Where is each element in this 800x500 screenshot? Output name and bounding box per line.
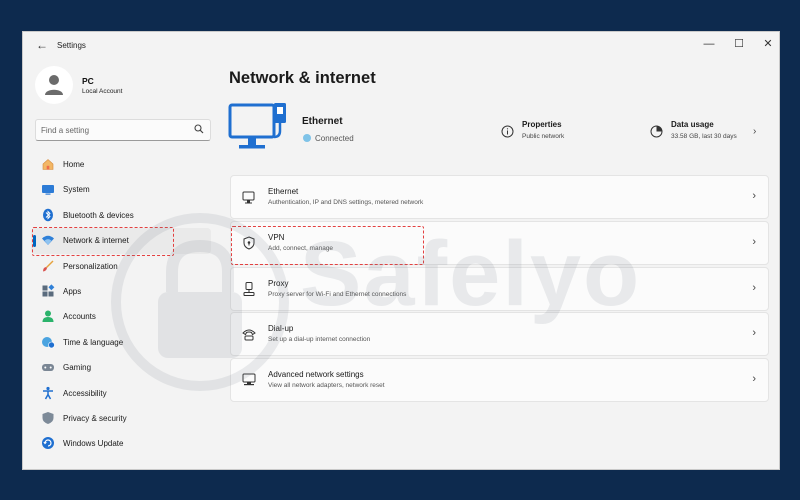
- search-icon[interactable]: [194, 124, 204, 134]
- card-advanced-network[interactable]: Advanced network settings View all netwo…: [230, 358, 769, 402]
- accessibility-icon: [43, 386, 53, 399]
- sidebar-item-label: System: [63, 185, 90, 195]
- profile-name: PC: [82, 76, 94, 86]
- data-usage-icon[interactable]: [650, 125, 663, 138]
- maximize-button[interactable]: ☐: [725, 35, 753, 53]
- minimize-button[interactable]: —: [695, 35, 723, 53]
- sidebar-item-label: Windows Update: [63, 439, 124, 449]
- sidebar-item-system[interactable]: System: [31, 177, 211, 202]
- sidebar-item-bluetooth[interactable]: Bluetooth & devices: [31, 203, 211, 228]
- card-proxy[interactable]: Proxy Proxy server for Wi-Fi and Etherne…: [230, 267, 769, 311]
- wifi-icon: [42, 235, 54, 246]
- ethernet-name: Ethernet: [302, 116, 343, 127]
- shield-icon: [42, 411, 54, 424]
- sidebar-item-home[interactable]: Home: [31, 152, 211, 177]
- info-icon[interactable]: [501, 125, 514, 138]
- brush-icon: [43, 260, 54, 272]
- card-title: VPN: [268, 233, 285, 242]
- home-icon: [42, 159, 54, 170]
- chevron-right-icon[interactable]: ›: [753, 126, 756, 137]
- sidebar-item-label: Gaming: [63, 363, 92, 373]
- data-usage-subtitle: 33.58 GB, last 30 days: [671, 133, 737, 140]
- update-icon: [42, 437, 54, 450]
- apps-icon: [42, 284, 55, 297]
- sidebar-item-apps[interactable]: Apps: [31, 279, 211, 304]
- sidebar-nav: Home System Bluetooth & devices Network …: [31, 152, 211, 457]
- system-icon: [42, 185, 54, 196]
- sidebar-item-label: Home: [63, 160, 85, 169]
- profile-account-type: Local Account: [82, 88, 123, 95]
- sidebar-item-windows-update[interactable]: Windows Update: [31, 431, 211, 456]
- app-title: Settings: [57, 41, 86, 50]
- card-title: Dial-up: [268, 324, 294, 333]
- vpn-shield-icon: [243, 236, 255, 250]
- search-input[interactable]: [41, 123, 186, 137]
- gamepad-icon: [42, 364, 54, 372]
- settings-window: ← Settings — ☐ ✕ PC Local Account Home: [22, 31, 780, 470]
- data-usage-link[interactable]: Data usage: [671, 120, 714, 129]
- card-title: Ethernet: [268, 187, 299, 196]
- card-ethernet[interactable]: Ethernet Authentication, IP and DNS sett…: [230, 175, 769, 219]
- card-title: Proxy: [268, 279, 289, 288]
- user-silhouette-icon: [45, 75, 63, 95]
- chevron-right-icon: ›: [752, 236, 756, 248]
- page-title: Network & internet: [229, 69, 376, 87]
- sidebar-item-label: Personalization: [63, 261, 118, 271]
- card-subtitle: Authentication, IP and DNS settings, met…: [268, 199, 424, 206]
- sidebar-item-label: Time & language: [63, 337, 124, 347]
- active-indicator: [33, 235, 36, 248]
- chevron-right-icon: ›: [752, 190, 756, 202]
- card-subtitle: Add, connect, manage: [268, 245, 334, 252]
- avatar[interactable]: [35, 66, 73, 104]
- search-box[interactable]: [35, 119, 211, 141]
- dialup-icon: [242, 329, 256, 341]
- title-bar: ← Settings — ☐ ✕: [23, 32, 779, 60]
- ethernet-icon: [242, 191, 255, 204]
- sidebar-item-time-language[interactable]: Time & language: [31, 330, 211, 355]
- card-dial-up[interactable]: Dial-up Set up a dial-up internet connec…: [230, 312, 769, 356]
- chevron-right-icon: ›: [752, 327, 756, 339]
- sidebar-item-label: Accessibility: [63, 388, 107, 398]
- globe-clock-icon: [42, 336, 55, 349]
- ethernet-status: Connected: [315, 134, 354, 143]
- accounts-icon: [42, 310, 54, 323]
- close-button[interactable]: ✕: [754, 35, 779, 53]
- card-subtitle: View all network adapters, network reset: [268, 382, 385, 389]
- sidebar-item-network[interactable]: Network & internet: [31, 228, 211, 254]
- back-arrow-icon[interactable]: ←: [36, 38, 48, 52]
- chevron-right-icon: ›: [752, 373, 756, 385]
- connected-globe-icon: [303, 134, 311, 142]
- sidebar-item-label: Accounts: [63, 312, 96, 322]
- card-subtitle: Set up a dial-up internet connection: [268, 336, 371, 343]
- ethernet-monitor-icon: [228, 103, 286, 149]
- sidebar-item-label: Apps: [63, 286, 82, 296]
- sidebar-item-accessibility[interactable]: Accessibility: [31, 381, 211, 406]
- sidebar-item-label: Network & internet: [63, 236, 129, 246]
- card-vpn[interactable]: VPN Add, connect, manage ›: [230, 221, 769, 265]
- chevron-right-icon: ›: [752, 282, 756, 294]
- properties-link[interactable]: Properties: [522, 120, 562, 129]
- properties-subtitle: Public network: [522, 133, 565, 140]
- sidebar-item-label: Privacy & security: [63, 413, 127, 423]
- advanced-network-icon: [242, 373, 256, 386]
- sidebar-item-label: Bluetooth & devices: [63, 210, 134, 220]
- proxy-icon: [243, 282, 255, 296]
- sidebar-item-gaming[interactable]: Gaming: [31, 355, 211, 380]
- sidebar-item-accounts[interactable]: Accounts: [31, 304, 211, 329]
- card-title: Advanced network settings: [268, 370, 364, 379]
- bluetooth-icon: [43, 208, 53, 221]
- card-subtitle: Proxy server for Wi-Fi and Ethernet conn…: [268, 291, 407, 298]
- sidebar-item-personalization[interactable]: Personalization: [31, 254, 211, 279]
- sidebar-item-privacy-security[interactable]: Privacy & security: [31, 406, 211, 431]
